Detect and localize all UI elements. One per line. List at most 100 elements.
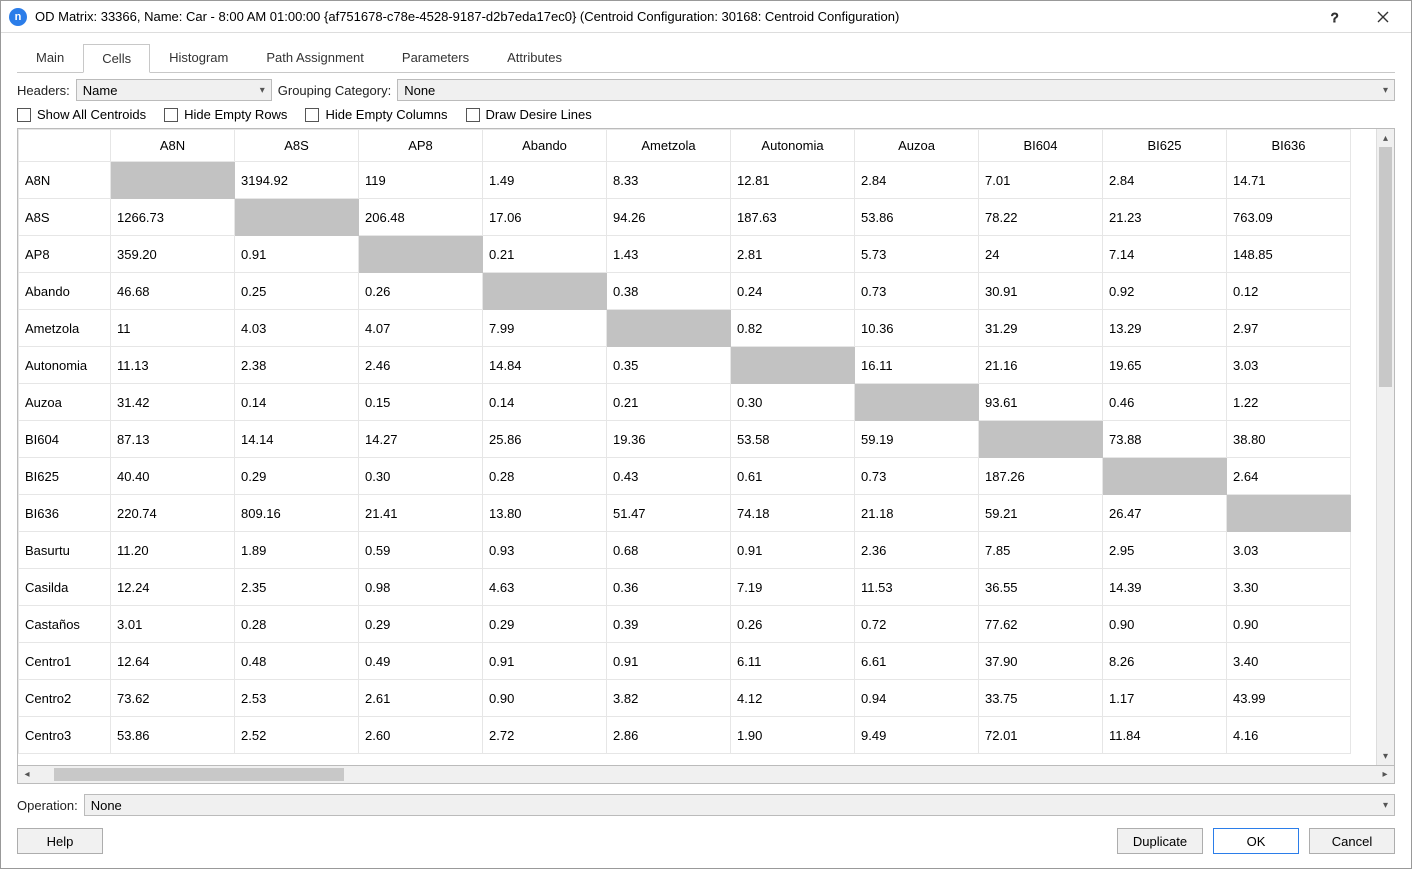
matrix-cell[interactable]: 0.36 (607, 569, 731, 606)
matrix-cell[interactable]: 40.40 (111, 458, 235, 495)
matrix-cell[interactable]: 2.38 (235, 347, 359, 384)
tab-histogram[interactable]: Histogram (150, 43, 247, 72)
matrix-cell[interactable] (855, 384, 979, 421)
matrix-cell[interactable]: 0.15 (359, 384, 483, 421)
matrix-cell[interactable]: 0.30 (359, 458, 483, 495)
matrix-cell[interactable]: 0.61 (731, 458, 855, 495)
matrix-cell[interactable]: 0.98 (359, 569, 483, 606)
matrix-cell[interactable]: 206.48 (359, 199, 483, 236)
matrix-cell[interactable]: 0.46 (1103, 384, 1227, 421)
matrix-cell[interactable]: 2.72 (483, 717, 607, 754)
matrix-cell[interactable]: 46.68 (111, 273, 235, 310)
matrix-cell[interactable]: 11.20 (111, 532, 235, 569)
matrix-cell[interactable]: 21.23 (1103, 199, 1227, 236)
column-header[interactable]: Abando (483, 130, 607, 162)
matrix-cell[interactable]: 0.91 (235, 236, 359, 273)
headers-combo[interactable]: Name ▾ (76, 79, 272, 101)
matrix-cell[interactable]: 0.21 (483, 236, 607, 273)
matrix-cell[interactable]: 2.97 (1227, 310, 1351, 347)
matrix-cell[interactable]: 148.85 (1227, 236, 1351, 273)
matrix-cell[interactable]: 1266.73 (111, 199, 235, 236)
matrix-cell[interactable] (359, 236, 483, 273)
scrollbar-thumb[interactable] (54, 768, 344, 781)
tab-parameters[interactable]: Parameters (383, 43, 488, 72)
matrix-cell[interactable] (111, 162, 235, 199)
row-header[interactable]: BI625 (19, 458, 111, 495)
matrix-cell[interactable]: 0.90 (1103, 606, 1227, 643)
matrix-cell[interactable]: 0.73 (855, 458, 979, 495)
matrix-cell[interactable]: 10.36 (855, 310, 979, 347)
row-header[interactable]: Autonomia (19, 347, 111, 384)
matrix-cell[interactable]: 16.11 (855, 347, 979, 384)
matrix-cell[interactable]: 87.13 (111, 421, 235, 458)
horizontal-scrollbar[interactable]: ◂ ▸ (17, 766, 1395, 784)
matrix-cell[interactable]: 7.01 (979, 162, 1103, 199)
column-header[interactable]: Ametzola (607, 130, 731, 162)
matrix-cell[interactable]: 0.26 (731, 606, 855, 643)
matrix-cell[interactable] (235, 199, 359, 236)
matrix-cell[interactable]: 73.88 (1103, 421, 1227, 458)
row-header[interactable]: BI604 (19, 421, 111, 458)
matrix-cell[interactable]: 7.99 (483, 310, 607, 347)
matrix-cell[interactable]: 2.64 (1227, 458, 1351, 495)
matrix-cell[interactable]: 0.39 (607, 606, 731, 643)
matrix-cell[interactable]: 53.86 (855, 199, 979, 236)
matrix-cell[interactable] (1227, 495, 1351, 532)
matrix-cell[interactable] (1103, 458, 1227, 495)
row-header[interactable]: Abando (19, 273, 111, 310)
matrix-cell[interactable] (607, 310, 731, 347)
matrix-cell[interactable]: 0.93 (483, 532, 607, 569)
matrix-cell[interactable]: 26.47 (1103, 495, 1227, 532)
matrix-cell[interactable]: 0.25 (235, 273, 359, 310)
matrix-cell[interactable]: 59.19 (855, 421, 979, 458)
matrix-cell[interactable]: 12.24 (111, 569, 235, 606)
matrix-cell[interactable]: 14.84 (483, 347, 607, 384)
grouping-combo[interactable]: None ▾ (397, 79, 1395, 101)
tab-path-assignment[interactable]: Path Assignment (247, 43, 383, 72)
column-header[interactable]: BI636 (1227, 130, 1351, 162)
row-header[interactable]: AP8 (19, 236, 111, 273)
row-header[interactable]: BI636 (19, 495, 111, 532)
matrix-cell[interactable]: 0.24 (731, 273, 855, 310)
column-header[interactable]: BI604 (979, 130, 1103, 162)
matrix-cell[interactable]: 93.61 (979, 384, 1103, 421)
column-header[interactable]: BI625 (1103, 130, 1227, 162)
matrix-cell[interactable]: 13.29 (1103, 310, 1227, 347)
matrix-cell[interactable]: 0.82 (731, 310, 855, 347)
matrix-cell[interactable]: 2.53 (235, 680, 359, 717)
matrix-cell[interactable]: 11.84 (1103, 717, 1227, 754)
matrix-cell[interactable]: 77.62 (979, 606, 1103, 643)
matrix-cell[interactable]: 0.29 (235, 458, 359, 495)
matrix-cell[interactable]: 4.03 (235, 310, 359, 347)
matrix-cell[interactable]: 14.14 (235, 421, 359, 458)
matrix-cell[interactable]: 21.16 (979, 347, 1103, 384)
matrix-cell[interactable] (483, 273, 607, 310)
scroll-up-icon[interactable]: ▴ (1377, 129, 1394, 147)
matrix-cell[interactable]: 73.62 (111, 680, 235, 717)
close-button[interactable] (1363, 3, 1403, 31)
matrix-cell[interactable]: 4.16 (1227, 717, 1351, 754)
matrix-cell[interactable]: 0.12 (1227, 273, 1351, 310)
matrix-cell[interactable]: 0.90 (1227, 606, 1351, 643)
matrix-table[interactable]: A8NA8SAP8AbandoAmetzolaAutonomiaAuzoaBI6… (18, 129, 1351, 754)
operation-combo[interactable]: None ▾ (84, 794, 1395, 816)
matrix-cell[interactable]: 14.39 (1103, 569, 1227, 606)
matrix-cell[interactable]: 51.47 (607, 495, 731, 532)
matrix-cell[interactable]: 2.46 (359, 347, 483, 384)
matrix-cell[interactable]: 2.84 (855, 162, 979, 199)
matrix-cell[interactable]: 0.28 (235, 606, 359, 643)
matrix-cell[interactable]: 11 (111, 310, 235, 347)
matrix-cell[interactable]: 359.20 (111, 236, 235, 273)
matrix-cell[interactable]: 2.52 (235, 717, 359, 754)
hide-empty-rows-checkbox[interactable]: Hide Empty Rows (164, 107, 287, 122)
matrix-cell[interactable]: 36.55 (979, 569, 1103, 606)
matrix-cell[interactable]: 3194.92 (235, 162, 359, 199)
tab-cells[interactable]: Cells (83, 44, 150, 73)
matrix-cell[interactable]: 0.49 (359, 643, 483, 680)
matrix-cell[interactable]: 9.49 (855, 717, 979, 754)
matrix-cell[interactable]: 37.90 (979, 643, 1103, 680)
matrix-cell[interactable] (979, 421, 1103, 458)
matrix-cell[interactable]: 6.61 (855, 643, 979, 680)
scrollbar-thumb[interactable] (1379, 147, 1392, 387)
matrix-cell[interactable]: 4.63 (483, 569, 607, 606)
